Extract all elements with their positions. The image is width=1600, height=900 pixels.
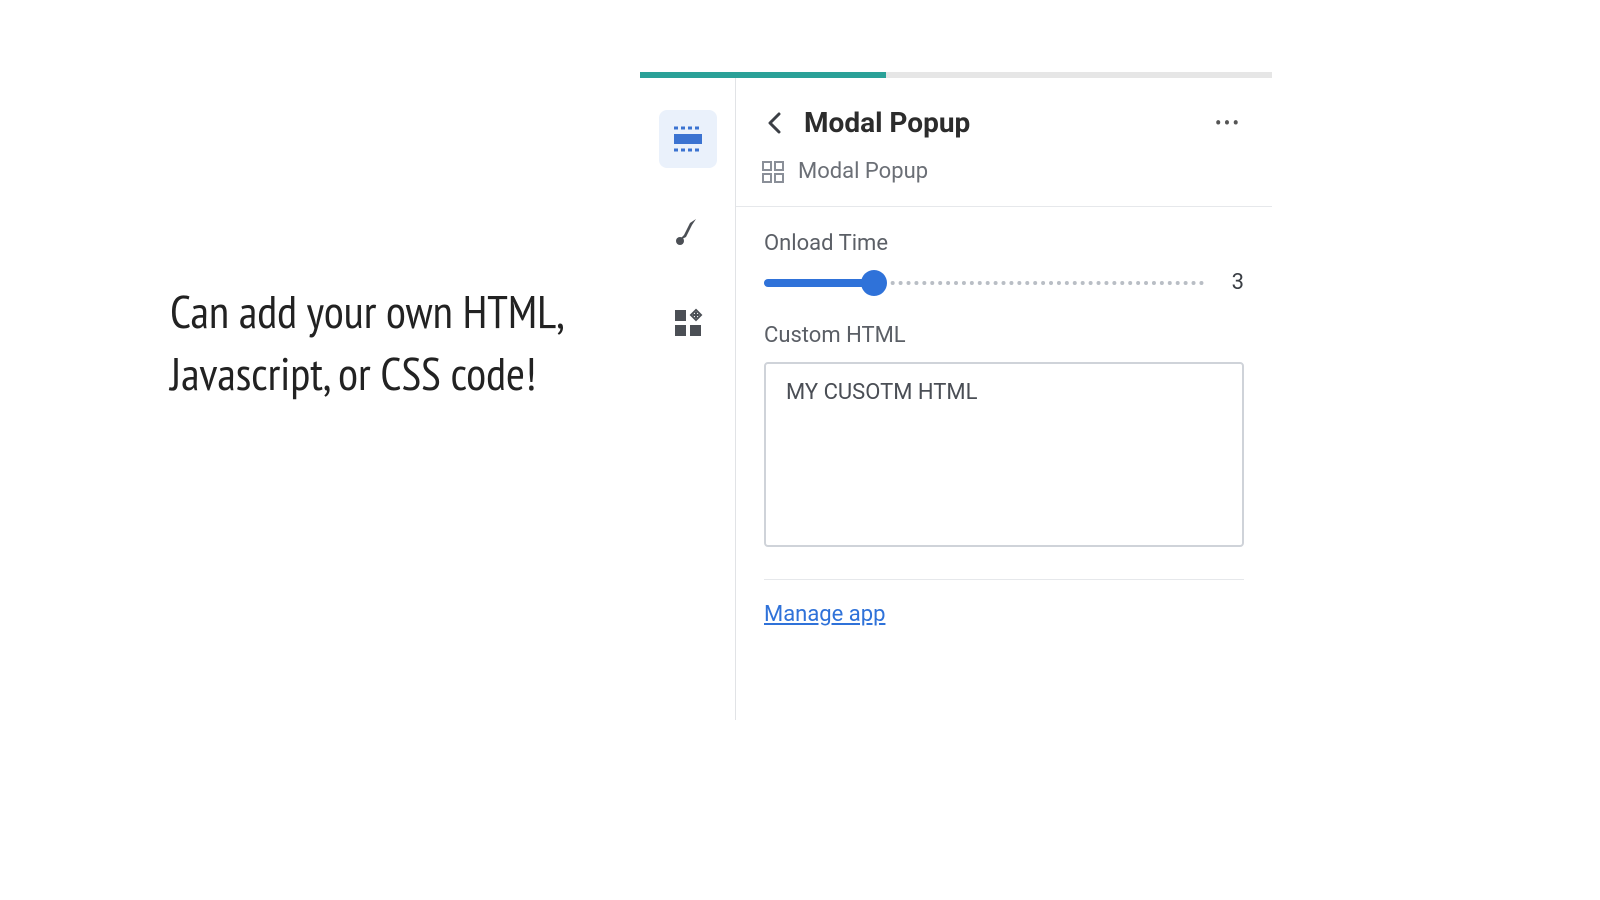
- apps-icon: [673, 308, 703, 338]
- breadcrumb-label: Modal Popup: [798, 159, 928, 184]
- panel-header: Modal Popup •••: [736, 78, 1272, 151]
- panel-content: Modal Popup ••• Modal Popup Onload Time: [736, 78, 1272, 720]
- sidebar-apps-button[interactable]: [659, 294, 717, 352]
- sidebar-section-button[interactable]: [659, 110, 717, 168]
- sidebar-style-button[interactable]: [659, 202, 717, 260]
- more-button[interactable]: •••: [1210, 111, 1246, 135]
- chevron-left-icon: [767, 112, 781, 134]
- slider-fill: [764, 279, 874, 287]
- onload-section: Onload Time 3: [736, 207, 1272, 295]
- panel-title: Modal Popup: [804, 106, 1192, 139]
- manage-app-link[interactable]: Manage app: [764, 602, 885, 627]
- widget-icon: [762, 161, 784, 183]
- onload-value: 3: [1224, 270, 1244, 295]
- back-button[interactable]: [762, 111, 786, 135]
- settings-panel: Modal Popup ••• Modal Popup Onload Time: [640, 72, 1272, 720]
- onload-slider[interactable]: [764, 271, 1204, 295]
- slider-thumb[interactable]: [861, 270, 887, 296]
- section-icon: [672, 125, 704, 153]
- caption-text: Can add your own HTML, Javascript, or CS…: [170, 280, 610, 404]
- onload-label: Onload Time: [764, 231, 1244, 256]
- custom-html-section: Custom HTML: [736, 323, 1272, 551]
- sidebar-icon-column: [640, 78, 736, 720]
- onload-slider-row: 3: [764, 270, 1244, 295]
- breadcrumb[interactable]: Modal Popup: [736, 151, 1272, 207]
- custom-html-label: Custom HTML: [764, 323, 1244, 348]
- brush-icon: [672, 215, 704, 247]
- custom-html-textarea[interactable]: [764, 362, 1244, 547]
- more-horizontal-icon: •••: [1215, 111, 1241, 135]
- section-divider: [764, 579, 1244, 580]
